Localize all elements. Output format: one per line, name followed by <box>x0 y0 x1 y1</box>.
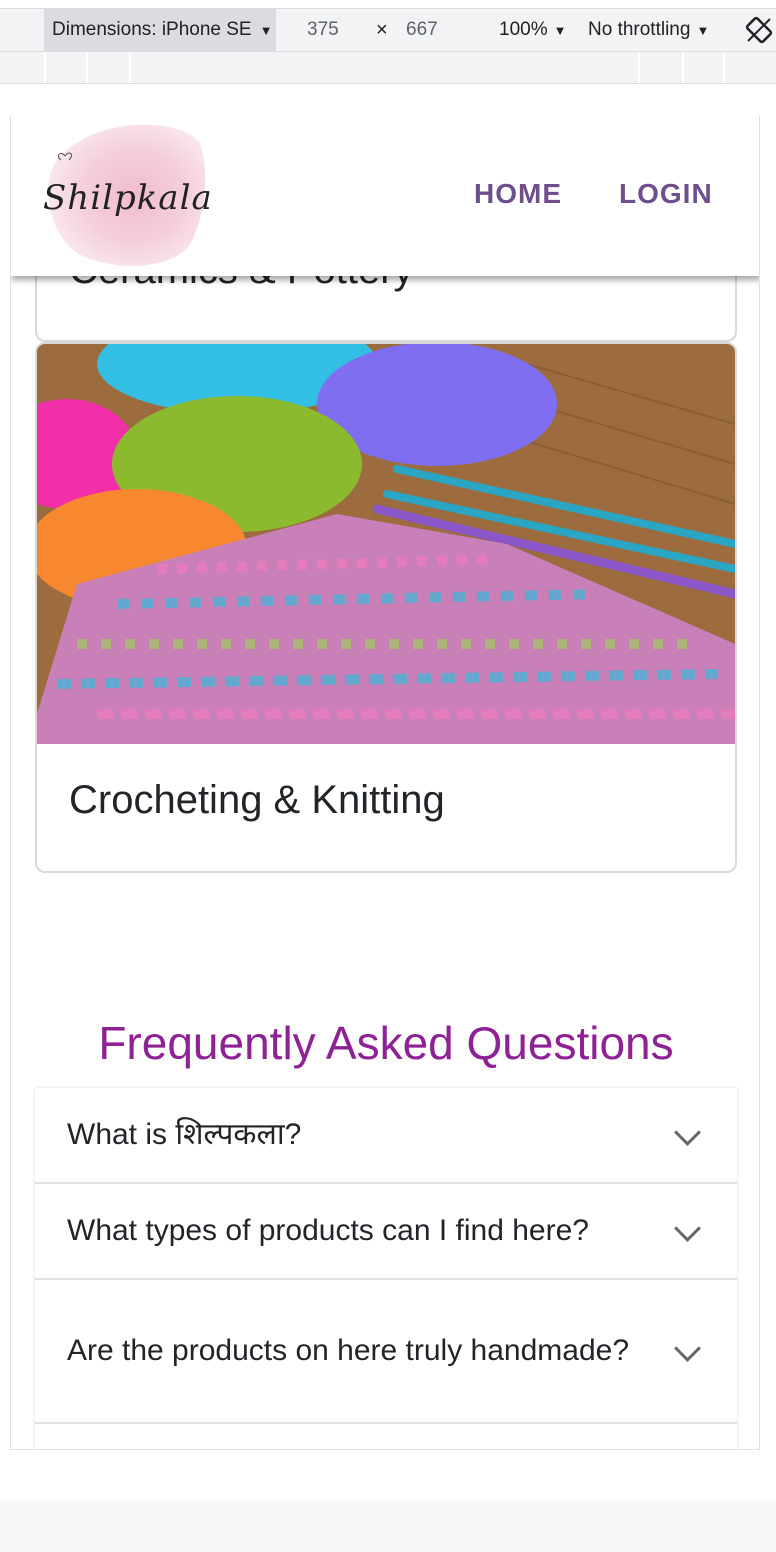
nav-home-link[interactable]: HOME <box>474 178 562 210</box>
chevron-down-icon <box>674 1215 701 1242</box>
faq-item[interactable]: What is शिल्पकला? <box>35 1088 737 1184</box>
faq-question: What types of products can I find here? <box>67 1214 589 1247</box>
height-input[interactable]: 667 <box>406 9 438 51</box>
throttling-dropdown[interactable]: No throttling ▼ <box>588 9 709 51</box>
yarn-crochet-image <box>37 344 735 744</box>
devtools-background <box>0 1500 776 1552</box>
zoom-label: 100% <box>499 19 548 40</box>
rotate-icon[interactable] <box>744 9 774 51</box>
zoom-dropdown[interactable]: 100% ▼ <box>499 9 566 51</box>
devtools-device-toolbar: Dimensions: iPhone SE ▼ 375 × 667 100% ▼… <box>0 8 776 52</box>
nav-login-link[interactable]: LOGIN <box>619 178 713 210</box>
navbar: Shilpkala HOME LOGIN <box>11 116 759 276</box>
dimensions-dropdown[interactable]: Dimensions: iPhone SE ▼ <box>44 9 276 51</box>
chevron-down-icon <box>674 1119 701 1146</box>
chevron-down-icon <box>674 1335 701 1362</box>
faq-question: What is शिल्पकला? <box>67 1118 302 1151</box>
dimensions-label: Dimensions: iPhone SE <box>52 19 252 40</box>
faq-accordion: What is शिल्पकला? What types of products… <box>35 1088 737 1449</box>
logo-text: Shilpkala <box>43 178 213 218</box>
chevron-down-icon: ▼ <box>259 22 273 38</box>
category-card[interactable]: Crocheting & Knitting <box>35 342 737 873</box>
faq-item[interactable] <box>35 1424 737 1449</box>
device-viewport: Ceramics & Pottery Shilpkala HOME LOGIN <box>10 116 760 1450</box>
logo[interactable]: Shilpkala <box>39 120 212 272</box>
chevron-down-icon: ▼ <box>553 22 567 38</box>
chevron-down-icon: ▼ <box>696 22 710 38</box>
width-input[interactable]: 375 <box>307 9 339 51</box>
faq-question: Are the products on here truly handmade? <box>67 1334 630 1367</box>
media-query-ruler <box>0 52 776 84</box>
faq-heading: Frequently Asked Questions <box>98 1017 674 1069</box>
throttling-label: No throttling <box>588 19 691 40</box>
card-title: Crocheting & Knitting <box>69 778 445 822</box>
faq-item[interactable]: Are the products on here truly handmade? <box>35 1280 737 1424</box>
times-icon: × <box>376 18 388 41</box>
faq-item[interactable]: What types of products can I find here? <box>35 1184 737 1280</box>
